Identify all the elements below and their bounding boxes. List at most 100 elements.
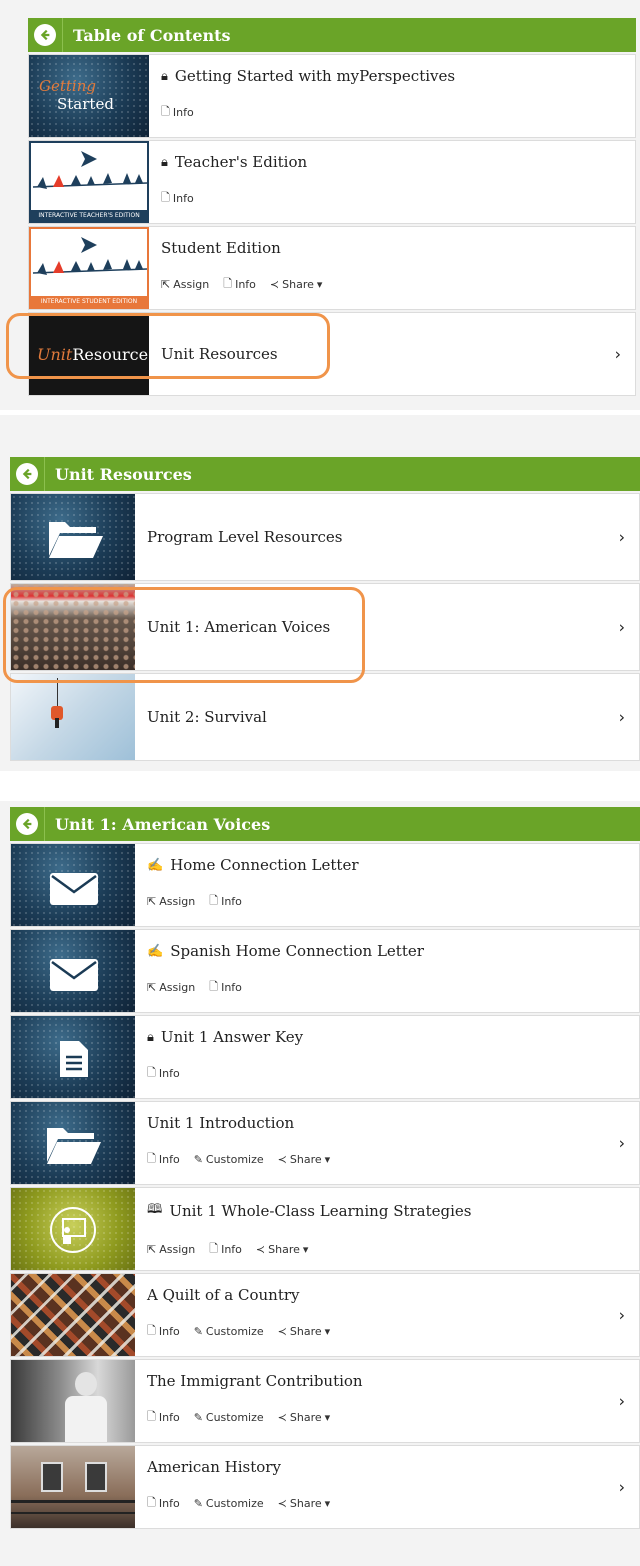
assign-button[interactable]: ⇱ Assign — [147, 892, 195, 911]
list-item[interactable]: American History 🗋 Info ✎ Customize ≺ Share… — [10, 1445, 640, 1529]
info-button[interactable]: 🗋 Info — [209, 892, 242, 911]
share-button[interactable]: ≺ Share ▾ — [278, 1494, 331, 1513]
share-icon: ≺ — [269, 278, 280, 291]
customize-button[interactable]: ✎ Customize — [194, 1150, 264, 1169]
share-button[interactable]: ≺ Share ▾ — [270, 275, 323, 294]
teachers-edition-thumbnail: INTERACTIVE TEACHER'S EDITION — [29, 141, 149, 223]
climber-photo-thumbnail — [11, 674, 135, 760]
chevron-right-icon[interactable]: › — [619, 618, 625, 637]
document-icon: 🗋 — [161, 191, 170, 204]
item-title[interactable]: Unit 1 Introduction — [147, 1114, 294, 1132]
caret-down-icon: ▾ — [302, 1243, 309, 1256]
table-of-contents-panel: Table of Contents Getting Started 🔒︎ Gett… — [0, 0, 640, 410]
item-title[interactable]: Program Level Resources — [147, 528, 342, 546]
document-icon: 🗋 — [209, 1242, 219, 1255]
list-item[interactable]: ✍ Home Connection Letter ⇱ Assign 🗋 Info — [10, 843, 640, 927]
panel-header: Unit Resources — [10, 457, 640, 491]
info-button[interactable]: 🗋 Info — [161, 103, 194, 122]
share-button[interactable]: ≺ Share ▾ — [278, 1408, 331, 1427]
document-icon — [60, 1041, 88, 1077]
list-item[interactable]: ✍ Spanish Home Connection Letter ⇱ Assign … — [10, 929, 640, 1013]
list-item[interactable]: 🕮 Unit 1 Whole-Class Learning Strategies … — [10, 1187, 640, 1271]
info-button[interactable]: 🗋 Info — [147, 1150, 180, 1169]
item-title[interactable]: Home Connection Letter — [170, 856, 358, 874]
edit-icon: ✎ — [193, 1153, 203, 1166]
birds-on-wire-icon — [32, 151, 147, 189]
list-item[interactable]: Program Level Resources › — [10, 493, 640, 581]
list-item[interactable]: INTERACTIVE STUDENT EDITION Student Edit… — [28, 226, 636, 310]
getting-started-thumbnail: Getting Started — [29, 55, 149, 137]
item-title[interactable]: Unit 1 Answer Key — [161, 1028, 303, 1046]
info-button[interactable]: 🗋 Info — [147, 1408, 180, 1427]
caret-down-icon: ▾ — [324, 1497, 331, 1510]
assign-icon: ⇱ — [147, 981, 157, 994]
folder-thumbnail — [11, 494, 135, 580]
chevron-right-icon[interactable]: › — [619, 1134, 625, 1153]
header-divider — [44, 807, 45, 841]
panel-title: Unit Resources — [55, 464, 192, 484]
list-item[interactable]: Unit 2: Survival › — [10, 673, 640, 761]
assign-button[interactable]: ⇱ Assign — [161, 275, 209, 294]
list-item[interactable]: Unit 1 Introduction 🗋 Info ✎ Customize ≺ Sh… — [10, 1101, 640, 1185]
chevron-right-icon[interactable]: › — [619, 1306, 625, 1325]
lock-icon: 🔒︎ — [147, 1029, 154, 1045]
list-item[interactable]: Getting Started 🔒︎ Getting Started with m… — [28, 54, 636, 138]
item-title[interactable]: Student Edition — [161, 239, 281, 257]
assign-icon: ⇱ — [161, 278, 171, 291]
share-icon: ≺ — [255, 1243, 266, 1256]
caret-down-icon: ▾ — [324, 1153, 331, 1166]
share-button[interactable]: ≺ Share ▾ — [278, 1150, 331, 1169]
chevron-right-icon[interactable]: › — [619, 528, 625, 547]
item-title[interactable]: A Quilt of a Country — [147, 1286, 300, 1304]
immigrant-photo-thumbnail — [11, 1360, 135, 1442]
list-item[interactable]: INTERACTIVE TEACHER'S EDITION 🔒︎ Teacher'… — [28, 140, 636, 224]
item-title[interactable]: American History — [147, 1458, 281, 1476]
panel-header: Table of Contents — [28, 18, 636, 52]
info-button[interactable]: 🗋 Info — [147, 1322, 180, 1341]
back-arrow-icon[interactable] — [16, 463, 38, 485]
assign-button[interactable]: ⇱ Assign — [147, 1240, 195, 1259]
item-title[interactable]: Unit 1 Whole-Class Learning Strategies — [169, 1202, 471, 1220]
customize-button[interactable]: ✎ Customize — [194, 1322, 264, 1341]
chevron-right-icon[interactable]: › — [619, 708, 625, 727]
back-arrow-icon[interactable] — [16, 813, 38, 835]
assign-button[interactable]: ⇱ Assign — [147, 978, 195, 997]
chevron-right-icon[interactable]: › — [619, 1478, 625, 1497]
customize-button[interactable]: ✎ Customize — [194, 1408, 264, 1427]
back-arrow-icon[interactable] — [34, 24, 56, 46]
assign-icon: ⇱ — [147, 1243, 157, 1256]
chevron-right-icon[interactable]: › — [619, 1392, 625, 1411]
thumb-caption: INTERACTIVE TEACHER'S EDITION — [31, 210, 147, 221]
item-title[interactable]: Spanish Home Connection Letter — [170, 942, 424, 960]
info-button[interactable]: 🗋 Info — [161, 189, 194, 208]
pen-icon: ✍ — [147, 857, 164, 873]
highlight-box — [3, 587, 365, 683]
item-title[interactable]: Getting Started with myPerspectives — [175, 67, 455, 85]
share-button[interactable]: ≺ Share ▾ — [278, 1322, 331, 1341]
document-icon: 🗋 — [147, 1324, 156, 1337]
info-button[interactable]: 🗋 Info — [209, 1240, 242, 1259]
share-icon: ≺ — [277, 1325, 287, 1338]
envelope-thumbnail — [11, 844, 135, 926]
info-button[interactable]: 🗋 Info — [147, 1064, 180, 1083]
share-button[interactable]: ≺ Share ▾ — [256, 1240, 309, 1259]
list-item[interactable]: The Immigrant Contribution 🗋 Info ✎ Custom… — [10, 1359, 640, 1443]
item-title[interactable]: The Immigrant Contribution — [147, 1372, 363, 1390]
info-button[interactable]: 🗋 Info — [147, 1494, 180, 1513]
item-title[interactable]: Unit 2: Survival — [147, 708, 267, 726]
quilt-photo-thumbnail — [11, 1274, 135, 1356]
info-button[interactable]: 🗋 Info — [223, 275, 256, 294]
chevron-right-icon[interactable]: › — [615, 345, 621, 364]
document-icon: 🗋 — [147, 1066, 156, 1079]
header-divider — [44, 457, 45, 491]
item-title[interactable]: Teacher's Edition — [175, 153, 307, 171]
info-button[interactable]: 🗋 Info — [209, 978, 242, 997]
list-item[interactable]: 🔒︎ Unit 1 Answer Key 🗋 Info — [10, 1015, 640, 1099]
document-icon: 🗋 — [209, 894, 219, 907]
book-icon: 🕮 — [147, 1202, 163, 1217]
list-item[interactable]: A Quilt of a Country 🗋 Info ✎ Customize ≺ S… — [10, 1273, 640, 1357]
thumb-text: Started — [57, 95, 114, 113]
customize-button[interactable]: ✎ Customize — [194, 1494, 264, 1513]
unit-resources-panel: Unit Resources Program Level Resources ›… — [0, 415, 640, 771]
folder-icon — [49, 522, 103, 558]
